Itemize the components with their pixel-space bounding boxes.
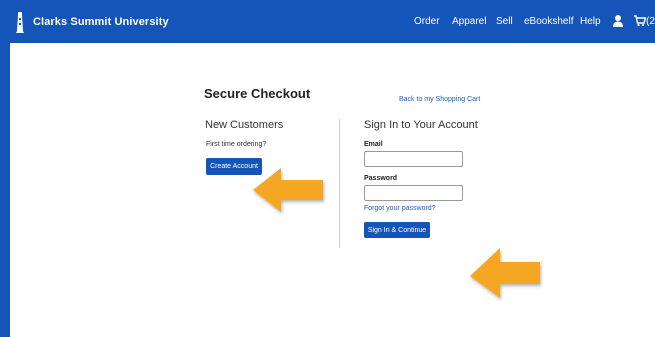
cart-count[interactable]: (2 [646, 16, 655, 27]
arrow-left-icon [470, 248, 540, 298]
sign-in-continue-button[interactable]: Sign In & Continue [364, 222, 430, 238]
nav-item-ebookshelf[interactable]: eBookshelf [524, 16, 573, 27]
nav-item-help[interactable]: Help [580, 16, 601, 27]
checkout-page [10, 43, 655, 337]
back-to-cart-link[interactable]: Back to my Shopping Cart [399, 96, 480, 103]
nav-item-sell[interactable]: Sell [496, 16, 513, 27]
brand[interactable]: Clarks Summit University [13, 11, 169, 33]
new-customers-heading: New Customers [205, 119, 284, 131]
column-divider [339, 119, 340, 248]
first-time-prompt: First time ordering? [206, 141, 267, 148]
nav-item-order[interactable]: Order [414, 16, 440, 27]
left-frame-border [0, 0, 10, 337]
lighthouse-icon [16, 12, 24, 33]
sign-in-heading: Sign In to Your Account [364, 119, 478, 131]
email-field[interactable] [364, 151, 463, 167]
cart-icon[interactable] [634, 14, 646, 27]
top-navigation-bar: Clarks Summit University Order Apparel S… [0, 0, 655, 43]
nav-item-apparel[interactable]: Apparel [452, 16, 486, 27]
arrow-left-icon [253, 168, 323, 212]
user-icon[interactable] [612, 14, 624, 27]
forgot-password-link[interactable]: Forgot your password? [364, 205, 436, 212]
password-field[interactable] [364, 185, 463, 201]
password-label: Password [364, 175, 398, 182]
page-title: Secure Checkout [204, 86, 311, 101]
brand-name: Clarks Summit University [33, 16, 169, 28]
email-label: Email [364, 141, 383, 148]
